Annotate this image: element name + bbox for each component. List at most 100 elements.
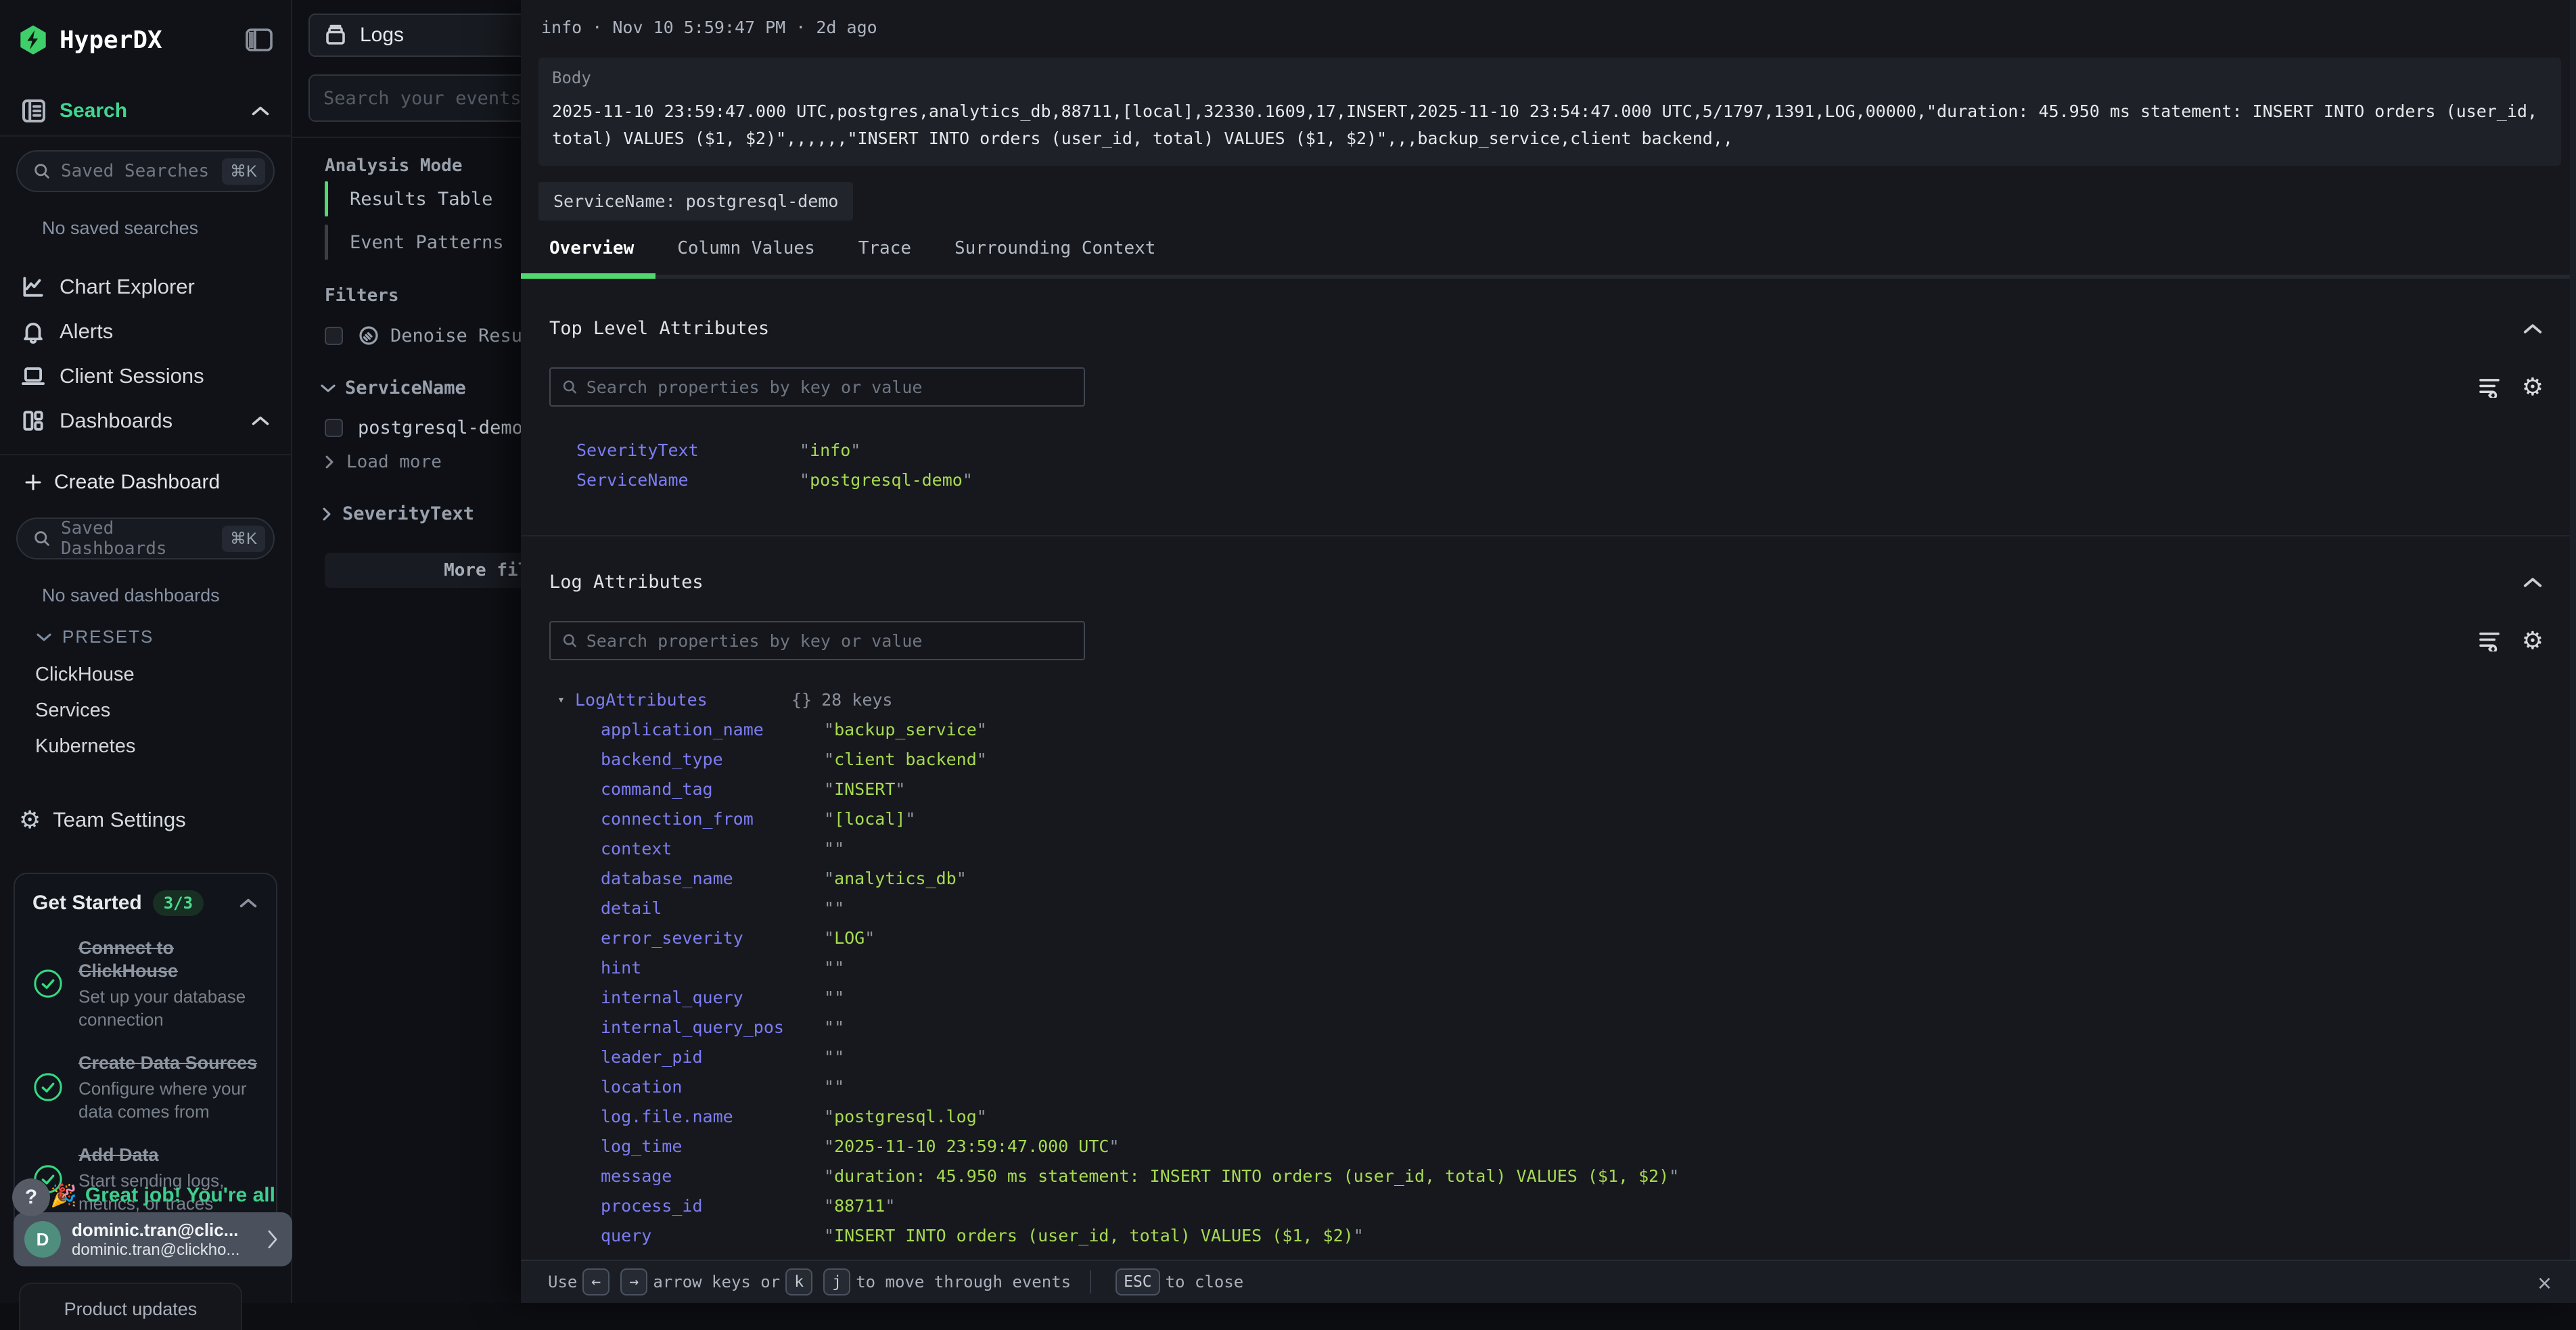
attribute-key[interactable]: leader_pid (601, 1047, 824, 1067)
logattributes-root-row[interactable]: ▾ LogAttributes {}28 keys (549, 685, 2544, 714)
attribute-value[interactable]: "analytics_db" (824, 869, 967, 888)
preset-kubernetes[interactable]: Kubernetes (0, 729, 291, 764)
attribute-value[interactable]: "" (824, 1017, 844, 1037)
attribute-value[interactable]: "LOG" (824, 928, 875, 948)
attribute-key[interactable]: log.file.name (601, 1107, 824, 1126)
log-attribute-rows: application_name"backup_service"backend_… (549, 714, 2544, 1250)
tab-surrounding-context[interactable]: Surrounding Context (954, 238, 1155, 275)
attribute-key[interactable]: connection_from (601, 809, 824, 829)
attribute-key[interactable]: ServiceName (576, 470, 800, 490)
attribute-key[interactable]: process_id (601, 1196, 824, 1216)
user-email: dominic.tran@clickho... (72, 1241, 264, 1260)
attribute-key[interactable]: message (601, 1166, 824, 1186)
chevron-up-icon[interactable] (250, 414, 271, 428)
preset-services[interactable]: Services (0, 693, 291, 729)
attribute-key[interactable]: hint (601, 958, 824, 978)
body-text[interactable]: 2025-11-10 23:59:47.000 UTC,postgres,ana… (552, 98, 2548, 152)
attribute-key[interactable]: context (601, 839, 824, 858)
arrow-right-key: → (620, 1268, 647, 1295)
get-started-item[interactable]: Connect to ClickHouseSet up your databas… (32, 936, 258, 1031)
properties-search-input[interactable] (586, 631, 1073, 651)
attribute-value[interactable]: "" (824, 839, 844, 858)
collapse-section-icon[interactable] (2522, 322, 2544, 336)
tab-trace[interactable]: Trace (858, 238, 911, 275)
scrollbar[interactable] (2570, 0, 2576, 1303)
settings-icon[interactable]: ⚙ (2522, 375, 2544, 399)
tab-column-values[interactable]: Column Values (677, 238, 815, 275)
get-started-title: Get Started (32, 892, 142, 915)
checkbox[interactable] (325, 327, 343, 345)
attribute-key[interactable]: log_time (601, 1137, 824, 1156)
settings-icon[interactable]: ⚙ (2522, 628, 2544, 653)
servicename-tag[interactable]: ServiceName: postgresql-demo (538, 182, 853, 221)
sidebar-item-dashboards[interactable]: Dashboards (0, 398, 291, 443)
chevron-up-icon[interactable] (250, 104, 271, 118)
tab-overview[interactable]: Overview (549, 238, 634, 275)
attribute-value[interactable]: "" (824, 988, 844, 1007)
close-icon[interactable]: × (2537, 1269, 2552, 1298)
preset-clickhouse[interactable]: ClickHouse (0, 657, 291, 693)
collapse-section-icon[interactable] (2522, 576, 2544, 589)
team-settings-button[interactable]: ⚙ Team Settings (19, 808, 291, 832)
attribute-value[interactable]: "backup_service" (824, 720, 987, 739)
k-key: k (785, 1268, 812, 1295)
attribute-value[interactable]: "88711" (824, 1196, 895, 1216)
attribute-key[interactable]: query (601, 1226, 824, 1245)
attribute-value[interactable]: "INSERT INTO orders (user_id, total) VAL… (824, 1226, 1364, 1245)
properties-search-box[interactable] (549, 367, 1085, 407)
attribute-value[interactable]: "" (824, 958, 844, 978)
wrap-text-icon[interactable] (2477, 630, 2502, 651)
attribute-row: hint"" (601, 953, 2544, 982)
product-updates-card[interactable]: Product updates (19, 1283, 242, 1330)
attribute-row: ServiceName"postgresql-demo" (576, 465, 2544, 495)
attribute-key[interactable]: backend_type (601, 750, 824, 769)
search-section-header[interactable]: Search (0, 97, 291, 124)
attribute-value[interactable]: "client backend" (824, 750, 987, 769)
create-dashboard-button[interactable]: Create Dashboard (0, 461, 291, 504)
sidebar-item-alerts[interactable]: Alerts (0, 309, 291, 354)
saved-searches-input[interactable]: Saved Searches ⌘K (16, 150, 275, 192)
chevron-up-icon[interactable] (238, 896, 258, 910)
sidebar-item-chart-explorer[interactable]: Chart Explorer (0, 265, 291, 309)
attribute-value[interactable]: "info" (800, 440, 860, 460)
properties-search-input[interactable] (586, 377, 1073, 397)
attribute-value[interactable]: "postgresql-demo" (800, 470, 973, 490)
attribute-value[interactable]: "duration: 45.950 ms statement: INSERT I… (824, 1166, 1679, 1186)
attribute-value[interactable]: "postgresql.log" (824, 1107, 987, 1126)
get-started-item[interactable]: Create Data SourcesConfigure where your … (32, 1051, 258, 1123)
attribute-value[interactable]: "INSERT" (824, 779, 905, 799)
attribute-value[interactable]: "" (824, 898, 844, 918)
detail-tabs: Overview Column Values Trace Surrounding… (521, 238, 2576, 279)
saved-dashboards-input[interactable]: Saved Dashboards ⌘K (16, 518, 275, 559)
attribute-key[interactable]: location (601, 1077, 824, 1097)
attribute-value[interactable]: "" (824, 1077, 844, 1097)
attribute-row: internal_query"" (601, 982, 2544, 1012)
properties-search-box[interactable] (549, 621, 1085, 660)
attribute-key[interactable]: internal_query_pos (601, 1017, 824, 1037)
attribute-value[interactable]: "[local]" (824, 809, 915, 829)
attribute-key[interactable]: application_name (601, 720, 824, 739)
celebration-message: 🎉 Great job! You're all (50, 1183, 280, 1208)
attribute-key[interactable]: database_name (601, 869, 824, 888)
attribute-key[interactable]: command_tag (601, 779, 824, 799)
checkbox[interactable] (325, 419, 343, 437)
search-icon (32, 529, 51, 548)
collapse-triangle-icon[interactable]: ▾ (557, 693, 575, 707)
attribute-key[interactable]: internal_query (601, 988, 824, 1007)
wrap-text-icon[interactable] (2477, 376, 2502, 398)
attribute-key[interactable]: detail (601, 898, 824, 918)
collapse-sidebar-icon[interactable] (245, 28, 273, 52)
attribute-value[interactable]: "2025-11-10 23:59:47.000 UTC" (824, 1137, 1120, 1156)
attribute-key[interactable]: SeverityText (576, 440, 800, 460)
attribute-key[interactable]: error_severity (601, 928, 824, 948)
dashboard-grid-icon (20, 408, 46, 434)
logs-source-icon (323, 23, 348, 47)
party-emoji: 🎉 (50, 1183, 77, 1208)
attribute-key[interactable]: LogAttributes (575, 690, 791, 710)
attribute-value[interactable]: "" (824, 1047, 844, 1067)
help-button[interactable]: ? (12, 1178, 50, 1216)
presets-toggle[interactable]: PRESETS (35, 626, 291, 647)
get-started-card: Get Started 3/3 Connect to ClickHouseSet… (14, 873, 277, 1233)
user-profile-chip[interactable]: D dominic.tran@clic... dominic.tran@clic… (14, 1212, 292, 1266)
sidebar-item-client-sessions[interactable]: Client Sessions (0, 354, 291, 398)
